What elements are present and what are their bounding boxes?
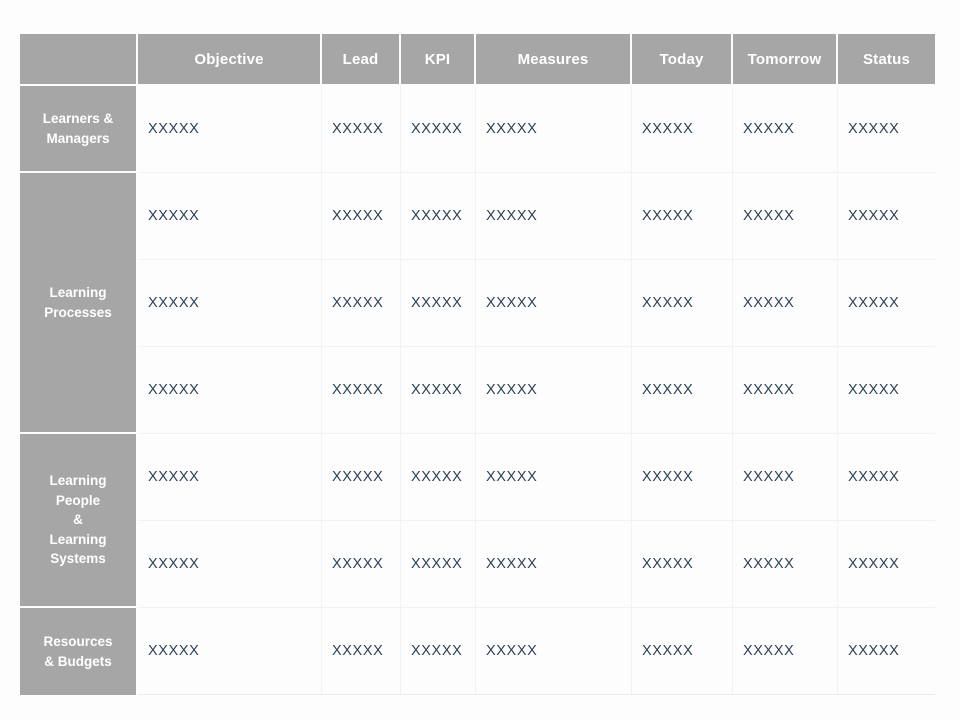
perspective-label-line: Resources [43,633,113,649]
cell-objective: XXXXX [138,521,322,608]
perspective-label-line: People [55,492,101,508]
cell-tomorrow: XXXXX [733,86,838,173]
cell-kpi: XXXXX [401,173,476,260]
perspective-label-line: Learning [49,473,107,489]
table-row: Learning Processes XXXXX XXXXX XXXXX XXXXX XXX… [20,173,935,434]
cell-lead: XXXXX [322,434,401,521]
cell-objective: XXXXX [138,260,322,347]
cell-today: XXXXX [632,434,733,521]
cell-lead: XXXXX [322,86,401,173]
header-cell-kpi: KPI [401,34,476,86]
cell-status: XXXXX [838,521,935,608]
table-row: Learning People & Learning Systems XXXXX XXXXX… [20,434,935,608]
cell-today: XXXXX [632,347,733,434]
cell-status: XXXXX [838,173,935,260]
cell-objective: XXXXX [138,86,322,173]
cell-today: XXXXX [632,608,733,695]
cell-lead: XXXXX [322,173,401,260]
perspective-label-line: Systems [50,551,106,567]
perspective-label-1: Learners & Managers [20,86,138,173]
cell-tomorrow: XXXXX [733,260,838,347]
cell-measures: XXXXX [476,347,632,434]
cell-tomorrow: XXXXX [733,173,838,260]
balanced-scorecard-table: Objective Lead KPI Measures Today Tomorr… [20,34,935,695]
cell-measures: XXXXX [476,521,632,608]
table-row: Resources & Budgets XXXXX XXXXX XXXXX XXXXX XX… [20,608,935,695]
perspective-label-2: Learning Processes [20,173,138,434]
cell-status: XXXXX [838,347,935,434]
header-cell-lead: Lead [322,34,401,86]
cell-lead: XXXXX [322,347,401,434]
cell-objective: XXXXX [138,434,322,521]
perspective-label-3: Learning People & Learning Systems [20,434,138,608]
perspective-label-line: Learners & [42,110,114,126]
table-row: XXXXX XXXXX XXXXX XXXXX XXXXX XXXXX XXXXX [20,521,935,608]
cell-kpi: XXXXX [401,86,476,173]
header-cell-today: Today [632,34,733,86]
header-cell-perspective [20,34,138,86]
cell-objective: XXXXX [138,173,322,260]
perspective-label-line: Processes [44,304,112,320]
table-body: Learners & Managers XXXXX XXXXX XXXXX XXXXX XX… [20,86,935,695]
header-row: Objective Lead KPI Measures Today Tomorr… [20,34,935,86]
cell-tomorrow: XXXXX [733,347,838,434]
header-cell-tomorrow: Tomorrow [733,34,838,86]
cell-status: XXXXX [838,434,935,521]
perspective-label-4: Resources & Budgets [20,608,138,695]
header-cell-objective: Objective [138,34,322,86]
table-row: Learners & Managers XXXXX XXXXX XXXXX XXXXX XX… [20,86,935,173]
cell-tomorrow: XXXXX [733,434,838,521]
cell-measures: XXXXX [476,173,632,260]
cell-today: XXXXX [632,173,733,260]
cell-lead: XXXXX [322,608,401,695]
cell-tomorrow: XXXXX [733,608,838,695]
cell-kpi: XXXXX [401,521,476,608]
cell-today: XXXXX [632,521,733,608]
cell-measures: XXXXX [476,86,632,173]
cell-objective: XXXXX [138,608,322,695]
scorecard-container: Objective Lead KPI Measures Today Tomorr… [20,34,935,695]
cell-status: XXXXX [838,260,935,347]
cell-measures: XXXXX [476,608,632,695]
table-header: Objective Lead KPI Measures Today Tomorr… [20,34,935,86]
cell-today: XXXXX [632,260,733,347]
cell-today: XXXXX [632,86,733,173]
perspective-label-line: Learning [49,531,107,547]
cell-status: XXXXX [838,86,935,173]
cell-kpi: XXXXX [401,434,476,521]
header-cell-measures: Measures [476,34,632,86]
cell-status: XXXXX [838,608,935,695]
cell-kpi: XXXXX [401,260,476,347]
cell-kpi: XXXXX [401,608,476,695]
cell-objective: XXXXX [138,347,322,434]
perspective-label-line: Managers [46,130,110,146]
header-cell-status: Status [838,34,935,86]
cell-measures: XXXXX [476,434,632,521]
perspective-label-line: & Budgets [44,653,112,669]
table-row: XXXXX XXXXX XXXXX XXXXX XXXXX XXXXX XXXXX [20,260,935,347]
cell-lead: XXXXX [322,521,401,608]
table-row: XXXXX XXXXX XXXXX XXXXX XXXXX XXXXX XXXXX [20,347,935,434]
cell-measures: XXXXX [476,260,632,347]
cell-tomorrow: XXXXX [733,521,838,608]
cell-lead: XXXXX [322,260,401,347]
perspective-label-line: & [73,512,83,528]
perspective-label-line: Learning [49,284,107,300]
cell-kpi: XXXXX [401,347,476,434]
